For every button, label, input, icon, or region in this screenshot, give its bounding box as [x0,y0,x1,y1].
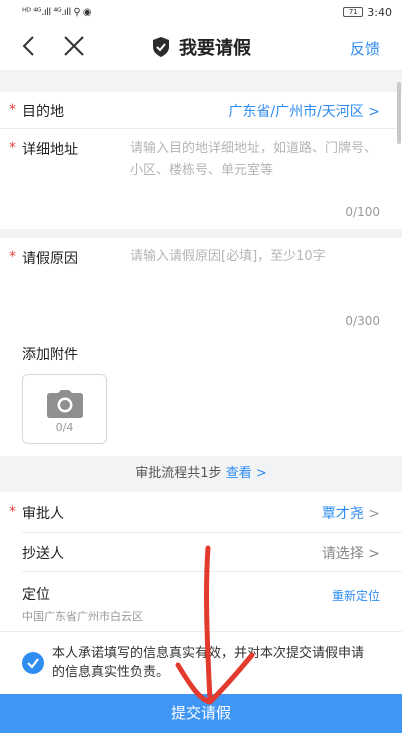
section-gap [0,70,402,92]
shield-check-icon [153,37,169,57]
attachment-label: 添加附件 [22,347,78,363]
location-label: 定位 [22,587,50,603]
reason-input[interactable]: 请输入请假原因[必填]，至少10字 [130,246,380,268]
approval-flow-bar: 审批流程共1步 查看 > [0,456,402,492]
cc-value: 请选择 > [321,546,380,562]
feedback-link[interactable]: 反馈 [350,38,380,59]
battery-icon: 71 [343,7,364,17]
reason-field[interactable]: * 请假原因 请输入请假原因[必填]，至少10字 0/300 [0,238,402,338]
consent-section: 本人承诺填写的信息真实有效，并对本次提交请假申请的信息真实性负责。 [0,632,402,694]
add-photo-button[interactable]: 0/4 [22,374,107,444]
back-arrow-icon[interactable] [18,34,42,58]
destination-label: 目的地 [22,104,64,120]
close-icon[interactable] [62,34,86,58]
reason-counter: 0/300 [345,314,380,328]
address-counter: 0/100 [345,205,380,219]
address-input[interactable]: 请输入目的地详细地址，如道路、门牌号、小区、楼栋号、单元室等 [130,138,380,182]
chevron-right-icon: > [368,506,380,522]
chevron-right-icon: > [368,104,380,120]
approver-value: 覃才尧 > [321,506,380,522]
scrollbar[interactable] [397,82,401,144]
reason-label: 请假原因 [22,251,78,267]
consent-text: 本人承诺填写的信息真实有效，并对本次提交请假申请的信息真实性负责。 [52,646,365,680]
address-field[interactable]: * 详细地址 请输入目的地详细地址，如道路、门牌号、小区、楼栋号、单元室等 0/… [0,129,402,229]
nav-bar: 我要请假 反馈 [0,24,402,70]
flow-text: 审批流程共1步 [135,466,222,481]
page-title: 我要请假 [179,38,251,59]
destination-row[interactable]: * 目的地 广东省/广州市/天河区 > [0,92,402,128]
checkmark-icon [27,658,39,669]
camera-icon [47,390,83,418]
address-label: 详细地址 [22,142,78,158]
view-flow-link[interactable]: 查看 > [226,466,267,481]
required-mark: * [9,249,16,265]
cc-label: 抄送人 [22,546,64,562]
required-mark: * [9,504,16,520]
section-gap [0,229,402,238]
chevron-right-icon: > [368,546,380,562]
cc-row[interactable]: 抄送人 请选择 > [0,533,402,571]
signal-icons: ᴴᴰ ⁴ᴳ.ıll ⁴ᴳ.ıll ⚲ ◉ [22,6,92,18]
approver-row[interactable]: * 审批人 覃才尧 > [0,492,402,532]
required-mark: * [9,102,16,118]
relocate-button[interactable]: 重新定位 [332,587,380,604]
attachment-count: 0/4 [55,421,74,434]
approver-label: 审批人 [22,506,64,522]
required-mark: * [9,140,16,156]
consent-checkbox[interactable] [22,652,44,674]
location-row: 定位 中国广东省广州市白云区 重新定位 [0,572,402,632]
status-bar: ᴴᴰ ⁴ᴳ.ıll ⁴ᴳ.ıll ⚲ ◉ 71 3:40 [0,0,402,24]
location-address: 中国广东省广州市白云区 [22,610,143,623]
submit-button[interactable]: 提交请假 [0,694,402,733]
destination-value: 广东省/广州市/天河区 > [228,104,380,120]
clock: 3:40 [367,5,392,19]
